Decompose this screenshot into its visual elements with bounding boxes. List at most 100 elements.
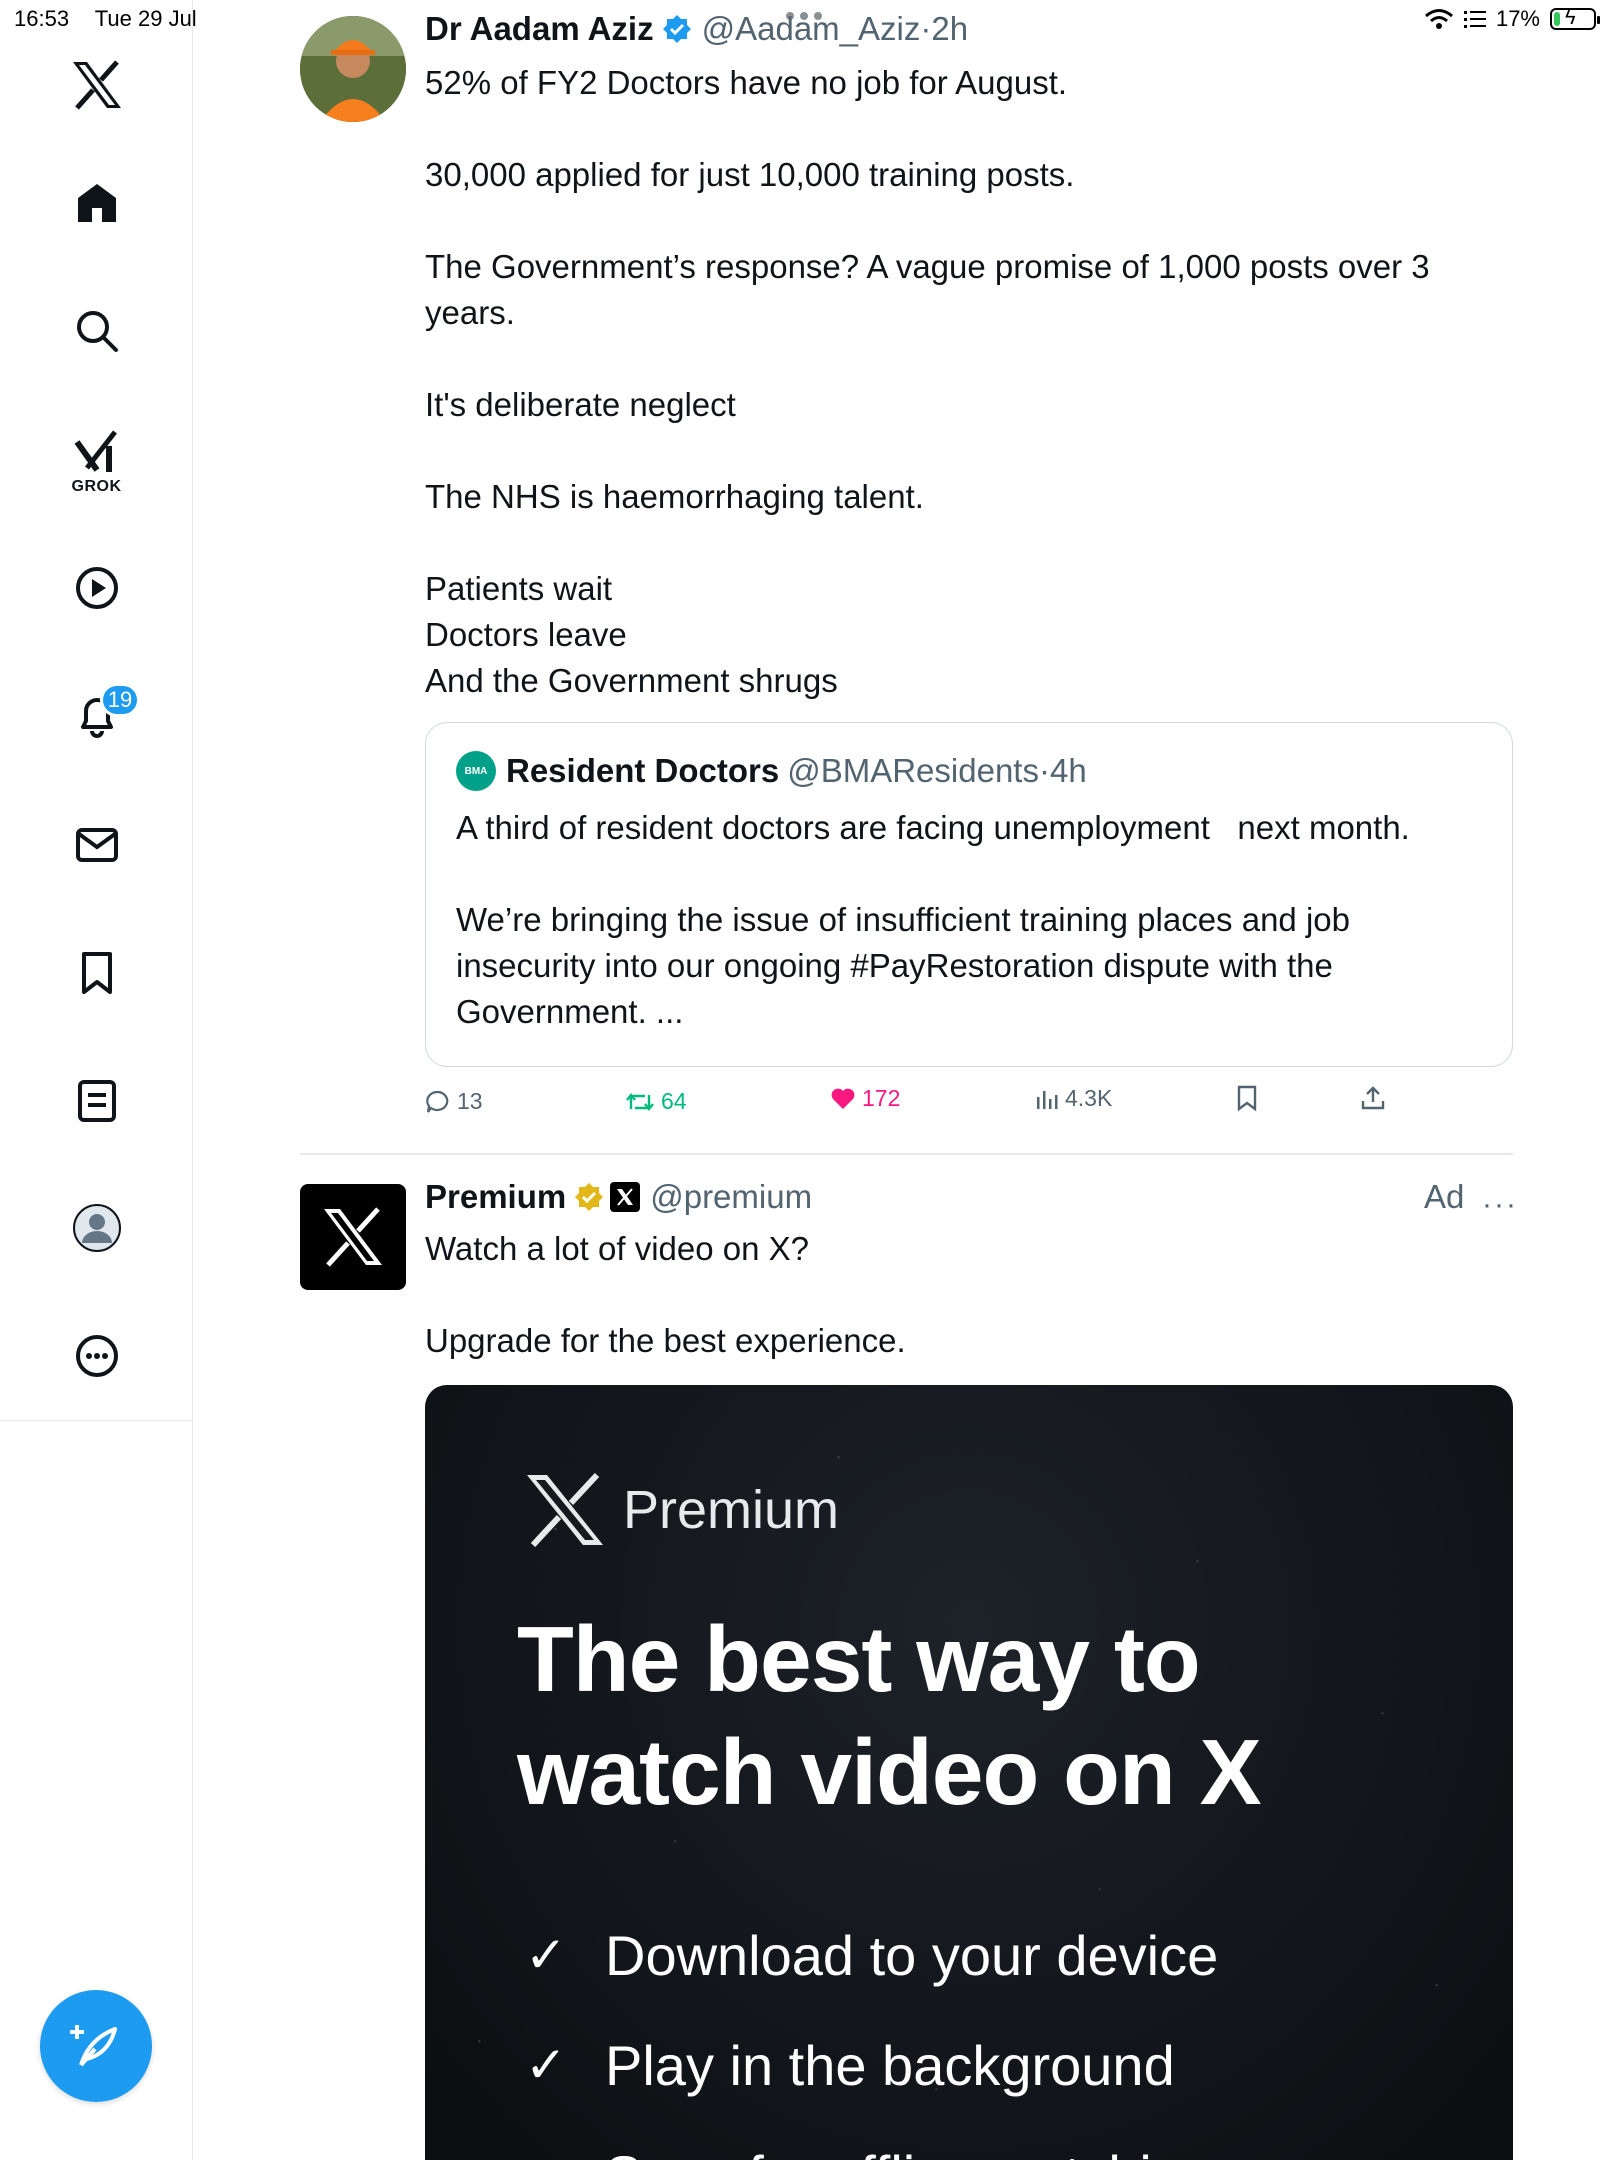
heart-icon — [831, 1088, 855, 1109]
sidebar-item-messages[interactable] — [0, 822, 193, 868]
more-icon — [75, 1335, 118, 1377]
compose-button[interactable] — [40, 1990, 152, 2102]
repost-count: 64 — [661, 1088, 687, 1114]
view-count: 4.3K — [1065, 1085, 1113, 1111]
sidebar-divider — [0, 1420, 193, 1421]
premium-promo-media[interactable]: Premium The best way to watch video on X… — [425, 1385, 1513, 2160]
x-affiliate-badge-icon — [610, 1182, 641, 1212]
check-icon: ✓ — [525, 2146, 567, 2160]
repost-icon — [626, 1092, 654, 1111]
x-app-screen: 16:53 Tue 29 Jul 17% ϟ GROK 19 Dr Aadam … — [0, 0, 1620, 2160]
gold-verified-badge-icon — [575, 1183, 604, 1211]
tweet-line: Doctors leave — [425, 616, 627, 653]
sidebar-item-x-logo[interactable] — [0, 60, 193, 110]
ad-label: Ad — [1424, 1178, 1465, 1215]
ad-header: Premium @premium — [425, 1178, 812, 1216]
tweet-dot-separator: · — [920, 10, 932, 47]
sidebar-nav: GROK 19 — [0, 0, 193, 2160]
share-button[interactable] — [1360, 1085, 1386, 1111]
promo-headline: The best way to watch video on X — [517, 1607, 1262, 1824]
mail-icon — [75, 828, 118, 862]
tweet-header: Dr Aadam Aziz @Aadam_Aziz · 2h — [425, 10, 968, 48]
search-icon — [76, 311, 118, 352]
bookmark-button[interactable] — [1235, 1085, 1259, 1111]
promo-brand: Premium — [525, 1473, 839, 1547]
timeline-divider — [300, 1153, 1513, 1155]
ad-author-name[interactable]: Premium — [425, 1178, 566, 1216]
tweet-author-avatar[interactable] — [300, 16, 406, 122]
bookmark-icon — [1237, 1085, 1257, 1111]
status-bar-indicators: 17% ϟ — [1424, 6, 1600, 32]
share-icon — [1361, 1086, 1385, 1110]
views-icon — [1037, 1090, 1058, 1109]
verified-badge-icon — [662, 15, 691, 43]
list-icon — [77, 1080, 116, 1122]
x-logo-icon — [527, 1473, 603, 1547]
tweet-line: And the Government shrugs — [425, 662, 838, 699]
battery-percent: 17% — [1495, 6, 1540, 31]
tweet-line: The Government’s response? A vague promi… — [425, 248, 1430, 331]
reply-button[interactable]: 13 — [425, 1088, 483, 1115]
check-icon: ✓ — [525, 2037, 567, 2093]
promo-feature: ✓ Download to your device — [525, 1900, 1218, 2010]
tweet-text: 52% of FY2 Doctors have no job for Augus… — [425, 60, 1485, 704]
quoted-author-handle: @BMAResidents — [787, 752, 1039, 789]
bookmark-icon — [81, 952, 112, 994]
tweet-line: 52% of FY2 Doctors have no job for Augus… — [425, 64, 1068, 101]
promo-feature: ✓ Save for offline watching — [525, 2120, 1218, 2160]
quoted-author-name: Resident Doctors — [506, 752, 780, 789]
reply-count: 13 — [457, 1088, 483, 1114]
grok-label: GROK — [71, 478, 122, 495]
list-status-icon — [1463, 11, 1486, 28]
quoted-tweet-header: BMA Resident Doctors @BMAResidents · 4h — [456, 751, 1087, 791]
repost-button[interactable]: 64 — [625, 1088, 687, 1115]
quoted-dot-separator: · — [1038, 752, 1050, 789]
sidebar-item-bookmarks[interactable] — [0, 950, 193, 996]
wifi-icon — [1424, 9, 1453, 29]
sidebar-item-home[interactable] — [0, 180, 193, 226]
play-icon — [75, 567, 118, 609]
tweet-time[interactable]: 2h — [931, 10, 968, 48]
tweet-line: Patients wait — [425, 570, 613, 607]
check-icon: ✓ — [525, 1927, 567, 1983]
x-logo-icon — [72, 60, 121, 110]
ad-author-handle[interactable]: @premium — [650, 1178, 812, 1216]
quoted-line: We’re bringing the issue of insufficient… — [456, 901, 1350, 1030]
notification-badge: 19 — [100, 683, 140, 717]
premium-avatar[interactable] — [300, 1184, 406, 1290]
sidebar-item-profile[interactable] — [0, 1203, 193, 1253]
promo-feature-list: ✓ Download to your device ✓ Play in the … — [525, 1900, 1218, 2160]
like-count: 172 — [862, 1085, 901, 1111]
tweet-line: The NHS is haemorrhaging talent. — [425, 478, 924, 515]
grok-icon — [74, 430, 117, 472]
sidebar-item-video[interactable] — [0, 565, 193, 611]
quoted-tweet[interactable]: BMA Resident Doctors @BMAResidents · 4h … — [425, 722, 1513, 1067]
tweet-line: 30,000 applied for just 10,000 training … — [425, 156, 1075, 193]
sidebar-item-explore[interactable] — [0, 308, 193, 354]
tweet-actions: 13 64 172 4.3K — [425, 1085, 1425, 1128]
tweet-author-name[interactable]: Dr Aadam Aziz — [425, 10, 654, 48]
ad-line: Watch a lot of video on X? — [425, 1230, 809, 1267]
views-button[interactable]: 4.3K — [1035, 1085, 1112, 1112]
ad-text: Watch a lot of video on X? Upgrade for t… — [425, 1226, 1485, 1364]
battery-icon: ϟ — [1550, 7, 1600, 30]
compose-icon — [70, 2025, 117, 2067]
profile-icon — [72, 1204, 121, 1252]
promo-feature-label: Download to your device — [605, 1923, 1219, 1987]
sidebar-item-notifications[interactable] — [0, 693, 193, 739]
promo-feature-label: Save for offline watching — [605, 2143, 1214, 2160]
ad-more-options-button[interactable]: ··· — [1482, 1188, 1518, 1222]
sidebar-item-more[interactable] — [0, 1333, 193, 1379]
tweet-author-handle[interactable]: @Aadam_Aziz — [702, 10, 921, 48]
tweet-line: It's deliberate neglect — [425, 386, 736, 423]
sidebar-item-grok[interactable]: GROK — [0, 428, 193, 496]
x-logo-icon — [324, 1207, 382, 1267]
reply-icon — [426, 1090, 449, 1113]
ad-line: Upgrade for the best experience. — [425, 1322, 906, 1359]
like-button[interactable]: 172 — [830, 1085, 900, 1112]
sidebar-item-lists[interactable] — [0, 1078, 193, 1124]
bma-logo-icon: BMA — [456, 751, 496, 791]
home-icon — [77, 184, 116, 222]
quoted-tweet-text: A third of resident doctors are facing u… — [456, 805, 1496, 1035]
promo-feature: ✓ Play in the background — [525, 2010, 1218, 2120]
